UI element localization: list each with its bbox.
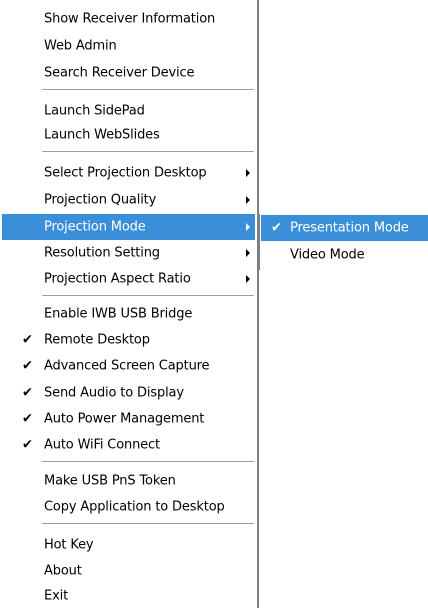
menu-item-about[interactable]: About <box>2 558 255 584</box>
submenu-arrow-icon <box>246 275 250 283</box>
menu-item-advanced-screen-capture[interactable]: ✔ Advanced Screen Capture <box>2 353 255 379</box>
menu-separator <box>42 151 254 152</box>
checkmark-icon: ✔ <box>271 220 282 236</box>
menu-item-show-receiver-information[interactable]: Show Receiver Information <box>2 6 255 32</box>
menu-item-projection-aspect-ratio[interactable]: Projection Aspect Ratio <box>2 266 255 292</box>
checkmark-icon: ✔ <box>22 411 33 427</box>
menu-item-label: Search Receiver Device <box>44 65 195 81</box>
menu-item-select-projection-desktop[interactable]: Select Projection Desktop <box>2 160 255 186</box>
submenu-border <box>259 214 260 270</box>
menu-separator <box>42 295 254 296</box>
submenu-item-presentation-mode[interactable]: ✔ Presentation Mode <box>261 215 428 241</box>
menu-separator <box>42 89 254 90</box>
menu-separator <box>42 523 254 524</box>
menu-separator <box>42 461 254 462</box>
menu-item-projection-mode[interactable]: Projection Mode <box>2 214 255 240</box>
menu-item-label: Launch SidePad <box>44 103 145 119</box>
projection-mode-submenu: ✔ Presentation Mode Video Mode <box>259 214 428 270</box>
menu-item-label: Web Admin <box>44 38 117 54</box>
submenu-arrow-icon <box>246 223 250 231</box>
checkmark-icon: ✔ <box>22 358 33 374</box>
menu-item-web-admin[interactable]: Web Admin <box>2 33 255 59</box>
menu-item-label: Resolution Setting <box>44 245 160 261</box>
menu-border <box>257 0 259 608</box>
menu-item-label: Auto Power Management <box>44 411 205 427</box>
submenu-item-video-mode[interactable]: Video Mode <box>261 242 428 268</box>
menu-item-label: Advanced Screen Capture <box>44 358 210 374</box>
menu-item-label: Enable IWB USB Bridge <box>44 306 193 322</box>
menu-item-auto-wifi-connect[interactable]: ✔ Auto WiFi Connect <box>2 432 255 458</box>
menu-item-label: Hot Key <box>44 537 94 553</box>
menu-item-resolution-setting[interactable]: Resolution Setting <box>2 240 255 266</box>
checkmark-icon: ✔ <box>22 385 33 401</box>
submenu-item-label: Presentation Mode <box>290 220 409 236</box>
screen: Show Receiver Information Web Admin Sear… <box>0 0 428 608</box>
menu-item-search-receiver-device[interactable]: Search Receiver Device <box>2 60 255 86</box>
menu-item-label: Make USB PnS Token <box>44 473 176 489</box>
menu-item-remote-desktop[interactable]: ✔ Remote Desktop <box>2 327 255 353</box>
menu-item-hot-key[interactable]: Hot Key <box>2 532 255 558</box>
menu-item-copy-application-to-desktop[interactable]: Copy Application to Desktop <box>2 494 255 520</box>
menu-item-label: Launch WebSlides <box>44 127 160 143</box>
menu-item-label: Auto WiFi Connect <box>44 437 160 453</box>
menu-item-send-audio-to-display[interactable]: ✔ Send Audio to Display <box>2 380 255 406</box>
submenu-arrow-icon <box>246 196 250 204</box>
menu-item-launch-sidepad[interactable]: Launch SidePad <box>2 98 255 124</box>
menu-item-label: Projection Mode <box>44 219 146 235</box>
menu-item-label: Exit <box>44 588 69 604</box>
context-menu: Show Receiver Information Web Admin Sear… <box>0 0 258 608</box>
menu-item-make-usb-pns-token[interactable]: Make USB PnS Token <box>2 468 255 494</box>
menu-item-label: Select Projection Desktop <box>44 165 207 181</box>
submenu-arrow-icon <box>246 169 250 177</box>
checkmark-icon: ✔ <box>22 332 33 348</box>
menu-item-label: Send Audio to Display <box>44 385 184 401</box>
menu-item-projection-quality[interactable]: Projection Quality <box>2 187 255 213</box>
submenu-item-label: Video Mode <box>290 247 365 263</box>
menu-item-label: Projection Quality <box>44 192 157 208</box>
menu-item-label: Show Receiver Information <box>44 11 216 27</box>
menu-item-label: Remote Desktop <box>44 332 150 348</box>
submenu-arrow-icon <box>246 249 250 257</box>
menu-item-enable-iwb-usb-bridge[interactable]: Enable IWB USB Bridge <box>2 301 255 327</box>
menu-item-exit[interactable]: Exit <box>2 583 255 608</box>
checkmark-icon: ✔ <box>22 437 33 453</box>
menu-item-auto-power-management[interactable]: ✔ Auto Power Management <box>2 406 255 432</box>
menu-item-launch-webslides[interactable]: Launch WebSlides <box>2 122 255 148</box>
menu-item-label: About <box>44 563 82 579</box>
menu-item-label: Copy Application to Desktop <box>44 499 225 515</box>
menu-item-label: Projection Aspect Ratio <box>44 271 191 287</box>
